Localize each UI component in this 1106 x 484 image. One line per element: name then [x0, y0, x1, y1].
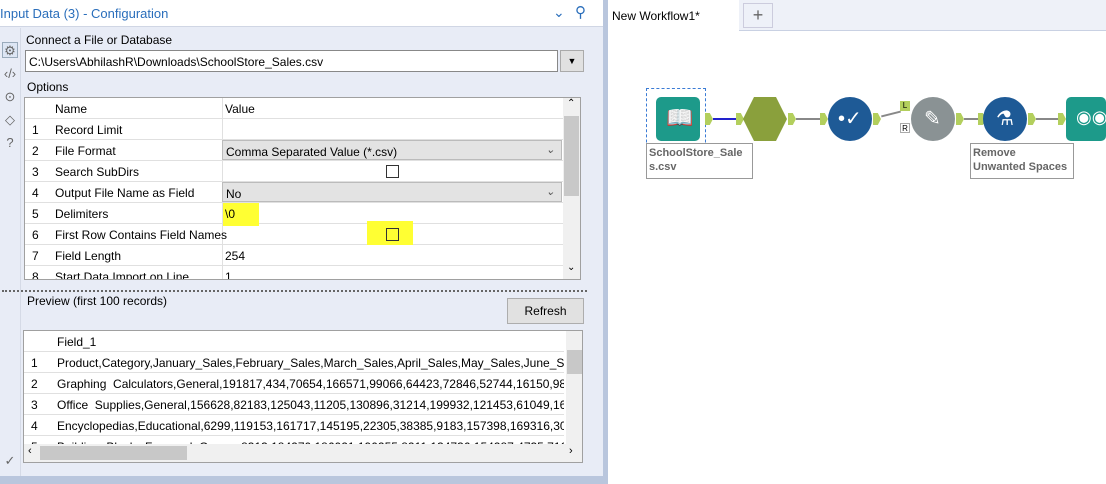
start-line-input[interactable]: 1 — [225, 270, 232, 279]
help-icon[interactable]: ? — [2, 135, 18, 151]
book-icon: 📖 — [666, 105, 694, 130]
config-title: Input Data (3) - Configuration — [0, 6, 169, 21]
option-row[interactable]: 1 Record Limit — [25, 119, 563, 140]
preview-header: Field_1 — [24, 331, 564, 352]
anchor-r[interactable]: R — [900, 123, 910, 133]
column-header-field-1: Field_1 — [57, 335, 97, 349]
preview-vertical-scrollbar[interactable] — [566, 331, 582, 444]
input-annotation: SchoolStore_Sales.csv — [646, 143, 753, 179]
config-side-strip: ⚙ ‹/› ⊙ ◇ ? ✓ — [0, 28, 21, 478]
file-path-value: C:\Users\AbhilashR\Downloads\SchoolStore… — [29, 55, 324, 69]
first-row-field-names-checkbox[interactable] — [386, 228, 399, 241]
panel-bottom-bar — [0, 476, 603, 484]
column-header-value: Value — [225, 102, 255, 116]
connection-icon[interactable]: ⊙ — [2, 89, 18, 105]
pen-icon: ✎ — [924, 108, 941, 130]
add-tab-button[interactable]: + — [743, 3, 773, 28]
browse-tool[interactable]: ◉◉ — [1066, 97, 1106, 141]
preview-row: 3 Office Supplies,General,156628,82183,12… — [24, 394, 564, 415]
options-grid: Name Value 1 Record Limit 2 File Format Co… — [24, 97, 581, 280]
pin-icon[interactable]: ⚲ — [575, 3, 586, 21]
select-tool[interactable] — [743, 97, 787, 141]
delimiters-input[interactable]: \0 — [225, 207, 235, 221]
refresh-button[interactable]: Refresh — [507, 298, 584, 324]
option-row[interactable]: 8 Start Data Import on Line 1 — [25, 266, 563, 280]
options-label: Options — [27, 80, 69, 94]
option-name: File Format — [55, 144, 116, 158]
field-length-input[interactable]: 254 — [225, 249, 245, 263]
preview-row: 2 Graphing Calculators,General,191817,434… — [24, 373, 564, 394]
tag-icon[interactable]: ◇ — [2, 112, 18, 128]
option-row[interactable]: 5 Delimiters \0 — [25, 203, 563, 226]
configuration-panel: Input Data (3) - Configuration ⌄ ⚲ ⚙ ‹/›… — [0, 0, 603, 484]
option-row[interactable]: 3 Search SubDirs — [25, 161, 563, 182]
tab-bar: New Workflow1* + — [608, 0, 1106, 31]
preview-row: 1 Product,Category,January_Sales,February… — [24, 352, 564, 373]
formula-annotation: Remove Unwanted Spaces — [970, 143, 1074, 179]
collapse-chevron-icon[interactable]: ⌄ — [553, 4, 565, 21]
append-fields-tool[interactable]: ✎ — [911, 97, 955, 141]
code-icon[interactable]: ‹/› — [2, 66, 18, 82]
option-row[interactable]: 7 Field Length 254 — [25, 245, 563, 266]
option-name: Record Limit — [55, 123, 123, 137]
file-format-select[interactable]: Comma Separated Value (*.csv) ⌄ — [222, 140, 562, 160]
gear-icon[interactable]: ⚙ — [2, 42, 18, 58]
formula-tool[interactable]: ⚗ — [983, 97, 1027, 141]
output-file-name-select[interactable]: No ⌄ — [222, 182, 562, 202]
file-path-input[interactable]: C:\Users\AbhilashR\Downloads\SchoolStore… — [25, 50, 558, 72]
connection-line — [713, 118, 736, 120]
preview-grid: Field_1 1 Product,Category,January_Sales,… — [23, 330, 583, 463]
option-name: Field Length — [55, 249, 122, 263]
preview-row: 4 Encyclopedias,Educational,6299,119153,1… — [24, 415, 564, 436]
option-row[interactable]: 6 First Row Contains Field Names — [25, 221, 563, 245]
tab-new-workflow1[interactable]: New Workflow1* — [608, 0, 739, 31]
option-row[interactable]: 4 Output File Name as Field No ⌄ — [25, 182, 563, 203]
chevron-down-icon: ⌄ — [545, 144, 555, 156]
config-title-bar: Input Data (3) - Configuration ⌄ ⚲ — [0, 0, 603, 27]
option-row[interactable]: 2 File Format Comma Separated Value (*.cs… — [25, 140, 563, 161]
connect-label: Connect a File or Database — [26, 33, 173, 47]
option-name: Output File Name as Field — [55, 186, 195, 200]
check-circle-icon: ✓ — [4, 453, 16, 468]
options-header: Name Value — [25, 98, 563, 119]
splitter[interactable] — [2, 290, 587, 293]
options-scrollbar[interactable]: ⌃ ⌄ — [563, 98, 580, 279]
file-dropdown-button[interactable]: ▼ — [560, 50, 584, 72]
data-cleansing-tool[interactable]: •✓ — [828, 97, 872, 141]
binoculars-icon: ◉◉ — [1076, 107, 1106, 127]
flask-icon: ⚗ — [996, 108, 1014, 130]
workflow-area: New Workflow1* + 📖 •✓ L R ✎ ⚗ ◉◉ SchoolS… — [603, 0, 1106, 484]
search-subdirs-checkbox[interactable] — [386, 165, 399, 178]
anchor-l[interactable]: L — [900, 101, 910, 111]
option-name: Delimiters — [55, 207, 109, 221]
preview-label: Preview (first 100 records) — [27, 294, 168, 308]
option-name: Search SubDirs — [55, 165, 140, 179]
chevron-down-icon: ⌄ — [545, 186, 555, 198]
input-data-tool[interactable]: 📖 — [656, 97, 700, 141]
option-name: Start Data Import on Line — [55, 270, 190, 280]
option-name: First Row Contains Field Names — [55, 228, 228, 242]
preview-horizontal-scrollbar[interactable]: ‹ › — [24, 444, 582, 462]
column-header-name: Name — [55, 102, 88, 116]
check-icon: •✓ — [838, 108, 862, 130]
